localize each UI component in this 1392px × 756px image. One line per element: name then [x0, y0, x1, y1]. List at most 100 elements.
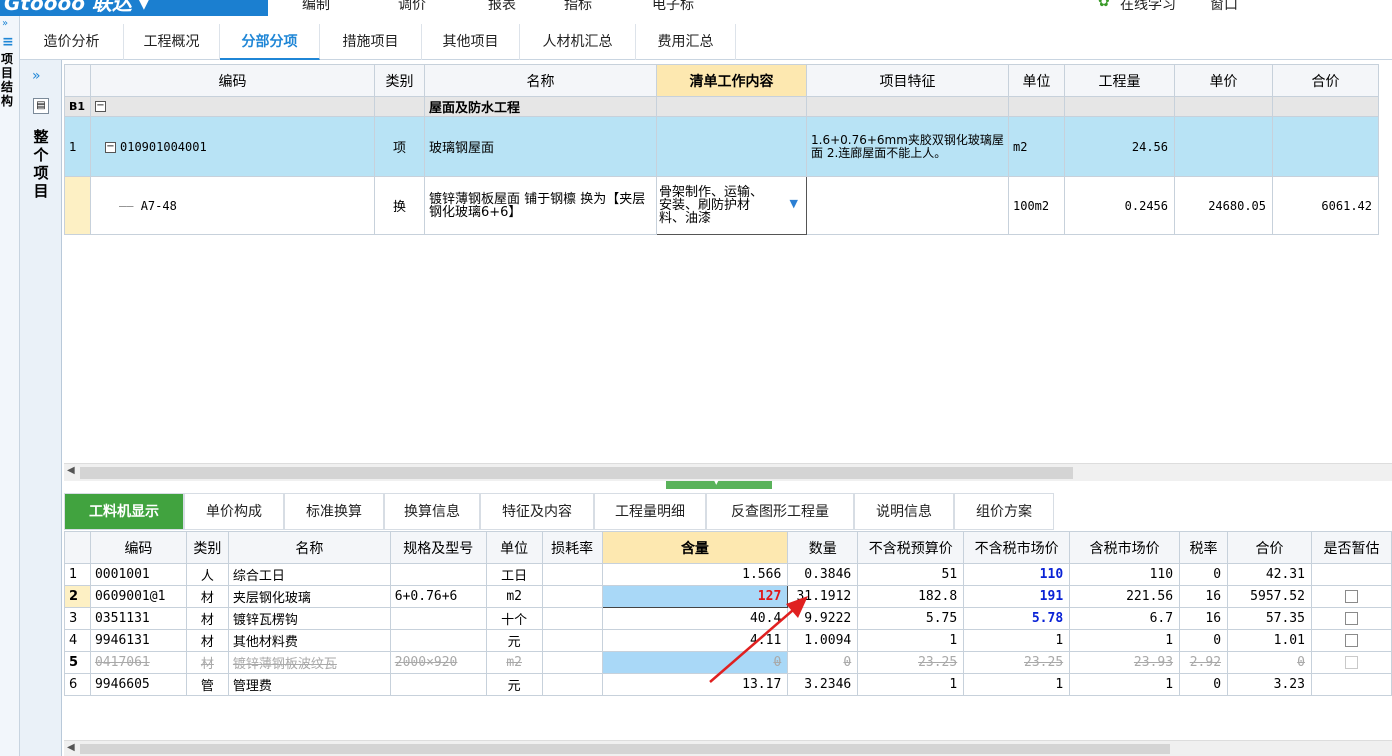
- cell-quantity[interactable]: [1064, 96, 1175, 117]
- cell-market-price-tax[interactable]: 1: [1069, 673, 1181, 696]
- cell-name[interactable]: 管理费: [227, 673, 391, 696]
- panel-splitter-handle[interactable]: ▾: [666, 478, 772, 489]
- cell-total[interactable]: 57.35: [1227, 607, 1312, 630]
- cell-code[interactable]: −: [90, 96, 375, 117]
- collapse-chevron-icon[interactable]: »: [32, 68, 41, 84]
- tab-description-info[interactable]: 说明信息: [854, 493, 954, 530]
- cell-provisional[interactable]: [1310, 563, 1392, 586]
- cell-name[interactable]: 其他材料费: [227, 629, 391, 652]
- table-row[interactable]: 1 0001001 人 综合工日 工日 1.566 0.3846 51 110 …: [64, 563, 1392, 586]
- provisional-checkbox[interactable]: [1344, 590, 1358, 603]
- cell-market-price[interactable]: 1: [963, 673, 1071, 696]
- cell-unit[interactable]: 100m2: [1008, 176, 1065, 235]
- header-total[interactable]: 合价: [1227, 531, 1312, 564]
- tab-project-overview[interactable]: 工程概况: [124, 24, 220, 60]
- cell-provisional[interactable]: [1310, 673, 1392, 696]
- cell-code[interactable]: 0001001: [89, 563, 187, 586]
- cell-market-price[interactable]: 23.25: [963, 651, 1071, 674]
- scrollbar-thumb[interactable]: [80, 744, 1170, 754]
- menu-item-adjust[interactable]: 调价: [398, 0, 426, 14]
- cell-provisional[interactable]: [1310, 607, 1392, 630]
- cell-loss-rate[interactable]: [541, 585, 603, 608]
- cell-type[interactable]: 材: [185, 585, 229, 608]
- splitter-chevron-icon[interactable]: ▾: [714, 478, 719, 488]
- header-code[interactable]: 编码: [90, 64, 375, 97]
- cell-unit[interactable]: m2: [1008, 116, 1065, 177]
- cell-spec[interactable]: [389, 673, 487, 696]
- whole-project-label[interactable]: 整个项目: [30, 128, 52, 200]
- app-logo[interactable]: Gtoooo 联达 ▾: [0, 0, 268, 16]
- provisional-checkbox[interactable]: [1344, 634, 1358, 647]
- header-spec[interactable]: 规格及型号: [389, 531, 487, 564]
- cell-loss-rate[interactable]: [541, 629, 603, 652]
- cell-quantity[interactable]: 0.2456: [1064, 176, 1175, 235]
- cell-market-price[interactable]: 1: [963, 629, 1071, 652]
- header-type[interactable]: 类别: [185, 531, 229, 564]
- cell-unit-price[interactable]: 24680.05: [1174, 176, 1273, 235]
- header-code[interactable]: 编码: [89, 531, 187, 564]
- cell-total[interactable]: 3.23: [1227, 673, 1312, 696]
- cell-type[interactable]: 管: [185, 673, 229, 696]
- tab-other-items[interactable]: 其他项目: [422, 24, 520, 60]
- cell-type[interactable]: 材: [185, 607, 229, 630]
- cell-code[interactable]: 9946605: [89, 673, 187, 696]
- cell-tax-rate[interactable]: 2.92: [1179, 651, 1229, 674]
- project-structure-label[interactable]: 项目结构: [1, 52, 17, 108]
- cell-total[interactable]: [1272, 116, 1379, 177]
- expand-icon[interactable]: »: [2, 18, 8, 29]
- header-provisional[interactable]: 是否暂估: [1310, 531, 1392, 564]
- cell-budget-price[interactable]: 51: [857, 563, 965, 586]
- dropdown-arrow-icon[interactable]: ▼: [790, 197, 798, 210]
- cell-tax-rate[interactable]: 16: [1179, 585, 1229, 608]
- cell-code[interactable]: 9946131: [89, 629, 187, 652]
- cell-name[interactable]: 镀锌薄钢板屋面 铺于钢檩 换为【夹层钢化玻璃6+6】: [424, 176, 657, 235]
- cell-loss-rate[interactable]: [541, 651, 603, 674]
- tab-measures[interactable]: 措施项目: [320, 24, 422, 60]
- cell-quantity[interactable]: 24.56: [1064, 116, 1175, 177]
- table-row[interactable]: B1 − 屋面及防水工程: [64, 96, 1379, 117]
- menu-item-window[interactable]: 窗口: [1210, 0, 1238, 14]
- cell-item-feature[interactable]: [806, 96, 1009, 117]
- header-tax-rate[interactable]: 税率: [1179, 531, 1229, 564]
- cell-code[interactable]: −010901004001: [90, 116, 375, 177]
- cell-total[interactable]: 1.01: [1227, 629, 1312, 652]
- cell-code[interactable]: 0417061: [89, 651, 187, 674]
- cell-name[interactable]: 综合工日: [227, 563, 391, 586]
- cell-spec[interactable]: [389, 607, 487, 630]
- horizontal-scrollbar-bottom[interactable]: ◀: [64, 740, 1392, 756]
- cell-name[interactable]: 镀锌瓦楞钩: [227, 607, 391, 630]
- cell-market-price-tax[interactable]: 221.56: [1069, 585, 1181, 608]
- cell-code[interactable]: 0351131: [89, 607, 187, 630]
- cell-type[interactable]: 换: [374, 176, 425, 235]
- header-unit[interactable]: 单位: [1008, 64, 1065, 97]
- menu-list-icon[interactable]: ≡: [2, 34, 14, 50]
- cell-item-feature[interactable]: [806, 176, 1009, 235]
- cell-unit[interactable]: 元: [485, 673, 543, 696]
- horizontal-scrollbar[interactable]: ◀: [64, 463, 1392, 481]
- project-structure-strip[interactable]: » ≡ 项目结构: [0, 16, 20, 756]
- tab-labor-material-summary[interactable]: 人材机汇总: [520, 24, 636, 60]
- header-content[interactable]: 含量: [601, 531, 789, 564]
- header-quantity[interactable]: 工程量: [1064, 64, 1175, 97]
- menu-item-index[interactable]: 指标: [564, 0, 592, 14]
- cell-tax-rate[interactable]: 0: [1179, 673, 1229, 696]
- header-total[interactable]: 合价: [1272, 64, 1379, 97]
- table-row[interactable]: 1 −010901004001 项 玻璃钢屋面 1.6+0.76+6mm夹胶双钢…: [64, 116, 1379, 177]
- cell-work-content[interactable]: [656, 96, 807, 117]
- tab-reverse-graphic-quantity[interactable]: 反查图形工程量: [706, 493, 854, 530]
- cell-name[interactable]: 夹层钢化玻璃: [227, 585, 391, 608]
- cell-provisional[interactable]: [1310, 629, 1392, 652]
- tab-pricing-scheme[interactable]: 组价方案: [954, 493, 1054, 530]
- cell-unit[interactable]: [1008, 96, 1065, 117]
- cell-code[interactable]: —— A7-48: [90, 176, 375, 235]
- cell-type[interactable]: 人: [185, 563, 229, 586]
- cell-loss-rate[interactable]: [541, 607, 603, 630]
- cell-market-price-tax[interactable]: 6.7: [1069, 607, 1181, 630]
- cell-unit[interactable]: 元: [485, 629, 543, 652]
- menu-item-report[interactable]: 报表: [488, 0, 516, 14]
- tab-labor-material-display[interactable]: 工料机显示: [64, 493, 184, 530]
- cell-loss-rate[interactable]: [541, 673, 603, 696]
- header-unit-price[interactable]: 单价: [1174, 64, 1273, 97]
- cell-total[interactable]: 42.31: [1227, 563, 1312, 586]
- cell-budget-price[interactable]: 1: [857, 673, 965, 696]
